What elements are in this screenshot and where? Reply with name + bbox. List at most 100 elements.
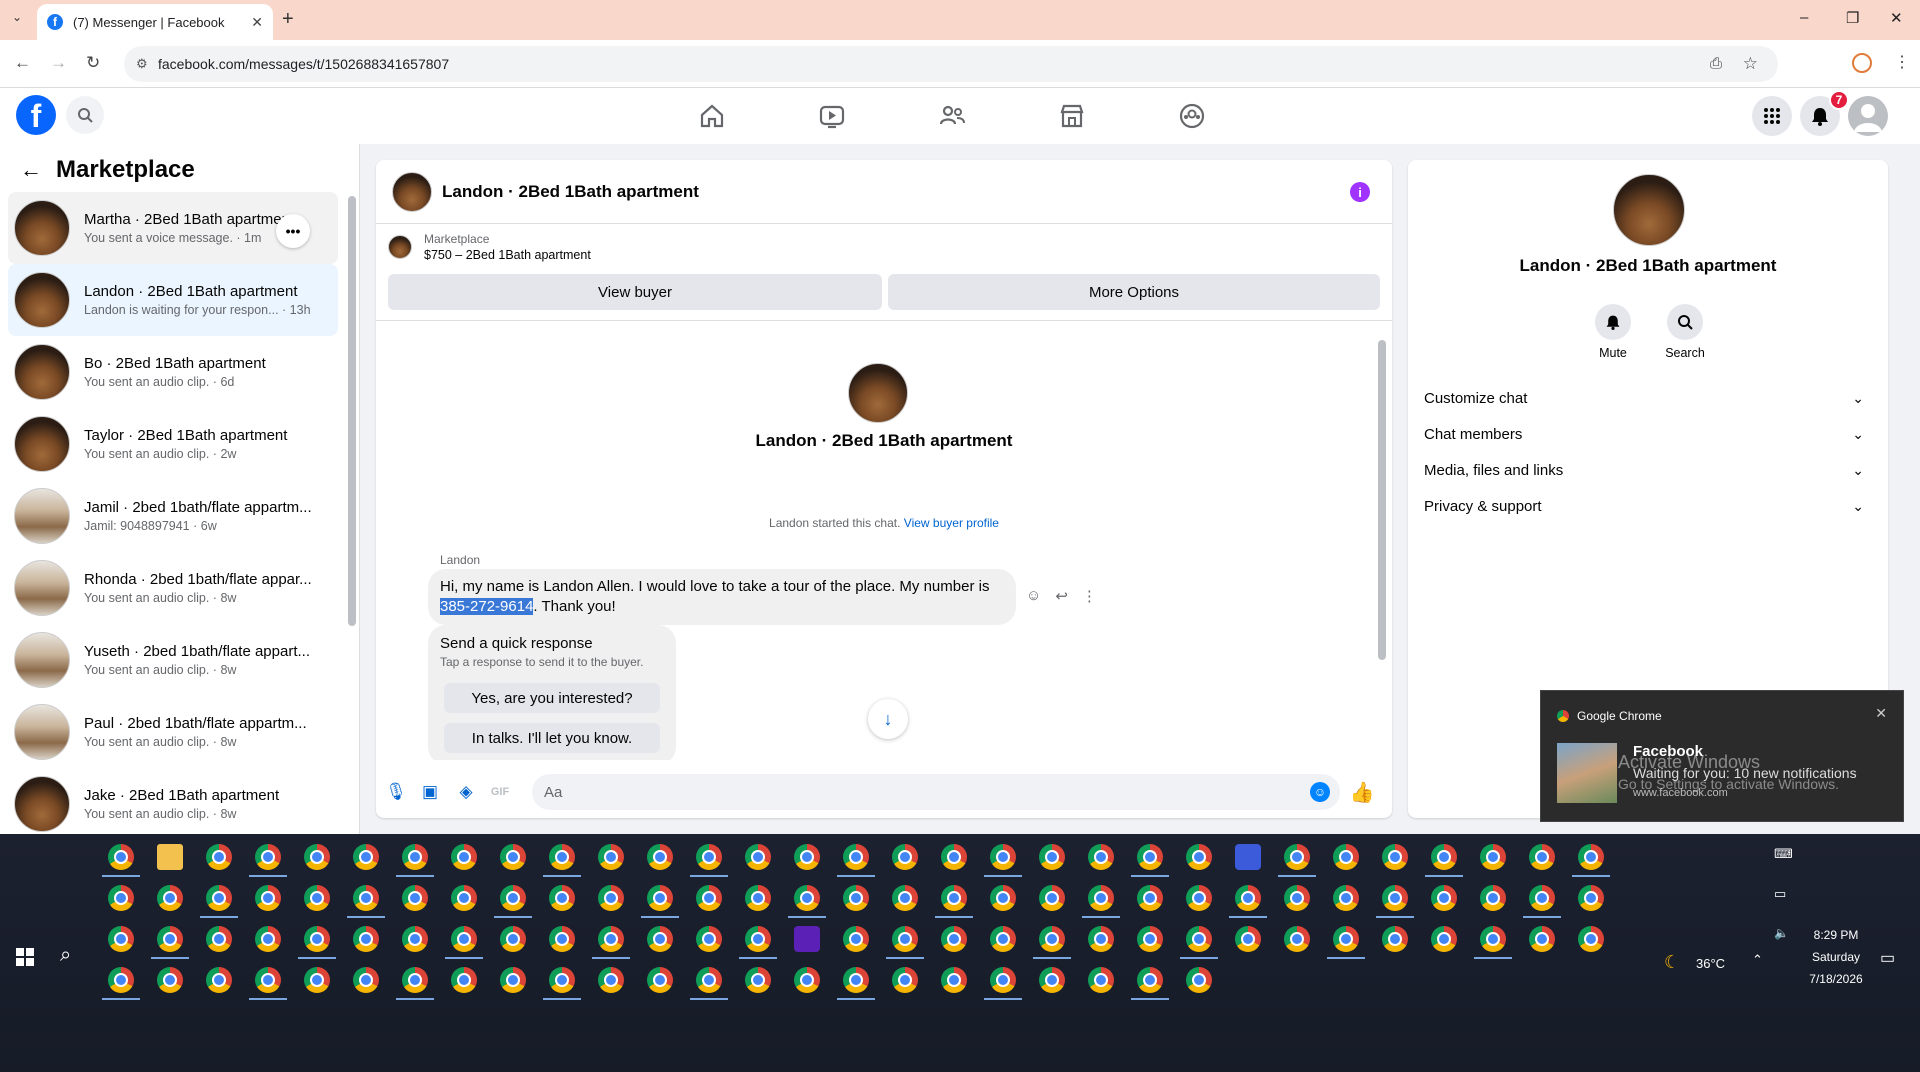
clock-time[interactable]: 8:29 PM xyxy=(1806,928,1866,942)
chrome-icon[interactable] xyxy=(1578,926,1604,952)
media-files-links-row[interactable]: Media, files and links ⌄ xyxy=(1424,452,1864,488)
quick-response-option[interactable]: In talks. I'll let you know. xyxy=(444,723,660,753)
chrome-icon[interactable] xyxy=(1529,926,1555,952)
chrome-profile-icon[interactable] xyxy=(1852,53,1872,73)
chrome-icon[interactable] xyxy=(1137,926,1163,952)
chrome-icon[interactable] xyxy=(696,967,722,993)
sticker-icon[interactable]: ◈ xyxy=(456,782,476,802)
chrome-icon[interactable] xyxy=(941,926,967,952)
conversation-item[interactable]: Bo · 2Bed 1Bath apartment You sent an aud… xyxy=(8,336,338,408)
chrome-icon[interactable] xyxy=(990,967,1016,993)
chat-members-row[interactable]: Chat members ⌄ xyxy=(1424,416,1864,452)
chrome-icon[interactable] xyxy=(1333,844,1359,870)
chrome-icon[interactable] xyxy=(1186,885,1212,911)
photo-icon[interactable]: ▣ xyxy=(420,782,440,802)
windows-start-icon[interactable] xyxy=(16,948,34,966)
scroll-down-button[interactable]: ↓ xyxy=(868,699,908,739)
chrome-icon[interactable] xyxy=(941,844,967,870)
chrome-icon[interactable] xyxy=(1382,926,1408,952)
weather-temperature[interactable]: 36°C xyxy=(1696,956,1725,971)
clock-date[interactable]: 7/18/2026 xyxy=(1800,972,1872,986)
chrome-icon[interactable] xyxy=(1137,885,1163,911)
chrome-icon[interactable] xyxy=(157,885,183,911)
close-icon[interactable]: ✕ xyxy=(1875,705,1887,722)
chrome-icon[interactable] xyxy=(353,926,379,952)
facebook-logo-icon[interactable]: f xyxy=(16,95,56,135)
restore-icon[interactable]: ❐ xyxy=(1846,9,1859,27)
more-options-button[interactable]: ••• xyxy=(276,214,310,248)
chrome-icon[interactable] xyxy=(500,926,526,952)
install-app-icon[interactable]: ⎙ xyxy=(1710,55,1722,72)
view-buyer-button[interactable]: View buyer xyxy=(388,274,882,310)
chrome-icon[interactable] xyxy=(255,844,281,870)
reload-icon[interactable]: ↻ xyxy=(86,53,100,73)
chrome-icon[interactable] xyxy=(255,967,281,993)
chrome-icon[interactable] xyxy=(255,926,281,952)
chrome-icon[interactable] xyxy=(1235,926,1261,952)
microphone-icon[interactable]: 🎙 xyxy=(385,782,407,802)
chrome-icon[interactable] xyxy=(647,844,673,870)
conversation-item[interactable]: Landon · 2Bed 1Bath apartment Landon is w… xyxy=(8,264,338,336)
like-thumb-icon[interactable]: 👍 xyxy=(1350,782,1375,804)
chrome-icon[interactable] xyxy=(304,885,330,911)
quick-response-option[interactable]: Yes, are you interested? xyxy=(444,683,660,713)
groups-icon[interactable] xyxy=(1178,102,1206,130)
more-vertical-icon[interactable]: ⋮ xyxy=(1082,587,1097,605)
chrome-icon[interactable] xyxy=(647,885,673,911)
chrome-icon[interactable] xyxy=(1431,885,1457,911)
chrome-icon[interactable] xyxy=(1529,885,1555,911)
chrome-icon[interactable] xyxy=(1039,885,1065,911)
chrome-icon[interactable] xyxy=(647,967,673,993)
chrome-icon[interactable] xyxy=(1578,844,1604,870)
chrome-icon[interactable] xyxy=(1382,885,1408,911)
chrome-icon[interactable] xyxy=(843,885,869,911)
taskbar-search-icon[interactable]: ⌕ xyxy=(60,944,71,967)
chrome-icon[interactable] xyxy=(696,885,722,911)
message-bubble[interactable]: Hi, my name is Landon Allen. I would lov… xyxy=(428,569,1016,625)
chrome-icon[interactable] xyxy=(206,967,232,993)
chrome-icon[interactable] xyxy=(1431,926,1457,952)
reply-icon[interactable]: ↩ xyxy=(1055,587,1068,605)
chrome-icon[interactable] xyxy=(794,885,820,911)
chrome-icon[interactable] xyxy=(794,844,820,870)
chrome-icon[interactable] xyxy=(500,967,526,993)
chrome-icon[interactable] xyxy=(1529,844,1555,870)
chrome-icon[interactable] xyxy=(157,926,183,952)
chrome-icon[interactable] xyxy=(598,844,624,870)
chrome-icon[interactable] xyxy=(990,844,1016,870)
chrome-icon[interactable] xyxy=(843,844,869,870)
chrome-icon[interactable] xyxy=(1284,885,1310,911)
mute-button[interactable]: Mute xyxy=(1578,304,1648,360)
home-icon[interactable] xyxy=(698,102,726,130)
info-icon[interactable]: i xyxy=(1350,182,1370,202)
chrome-icon[interactable] xyxy=(1284,844,1310,870)
highlighted-phone-number[interactable]: 385-272-9614 xyxy=(440,598,534,615)
chrome-icon[interactable] xyxy=(108,885,134,911)
chrome-icon[interactable] xyxy=(451,967,477,993)
chrome-icon[interactable] xyxy=(598,885,624,911)
chrome-icon[interactable] xyxy=(1137,967,1163,993)
chrome-icon[interactable] xyxy=(941,885,967,911)
chrome-icon[interactable] xyxy=(1333,926,1359,952)
new-tab-icon[interactable]: + xyxy=(282,8,294,31)
sidebar-scrollbar[interactable] xyxy=(348,196,356,626)
chrome-icon[interactable] xyxy=(108,967,134,993)
chrome-icon[interactable] xyxy=(745,844,771,870)
avatar[interactable] xyxy=(392,171,432,212)
chrome-icon[interactable] xyxy=(1186,967,1212,993)
conversation-item[interactable]: Taylor · 2Bed 1Bath apartment You sent an… xyxy=(8,408,338,480)
tray-overflow-icon[interactable]: ⌃ xyxy=(1752,952,1763,968)
chrome-icon[interactable] xyxy=(892,844,918,870)
chrome-icon[interactable] xyxy=(1382,844,1408,870)
chrome-icon[interactable] xyxy=(1088,885,1114,911)
chrome-icon[interactable] xyxy=(206,885,232,911)
chrome-icon[interactable] xyxy=(1039,926,1065,952)
close-tab-icon[interactable]: ✕ xyxy=(251,14,263,31)
meet-now-icon[interactable]: ⌨ xyxy=(1774,846,1793,862)
chrome-icon[interactable] xyxy=(1088,926,1114,952)
chrome-icon[interactable] xyxy=(1333,885,1359,911)
react-emoji-icon[interactable]: ☺ xyxy=(1026,587,1041,605)
chrome-icon[interactable] xyxy=(402,926,428,952)
chrome-icon[interactable] xyxy=(1480,844,1506,870)
app-icon[interactable] xyxy=(1235,844,1261,870)
